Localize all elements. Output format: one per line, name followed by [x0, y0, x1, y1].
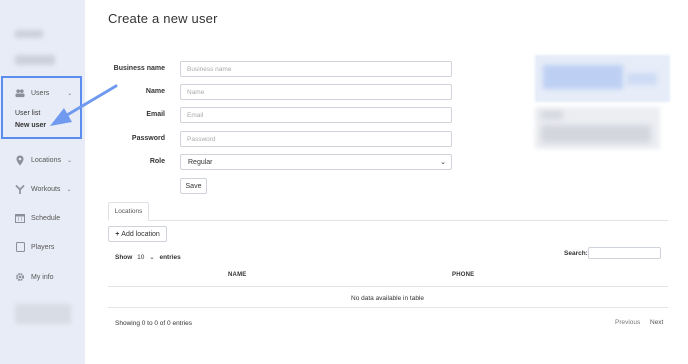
- users-icon: [15, 88, 25, 98]
- table-search-input[interactable]: [588, 247, 661, 259]
- blurred-logo: [15, 30, 43, 38]
- save-button[interactable]: Save: [180, 178, 207, 194]
- map-pin-icon: [15, 155, 25, 165]
- sidebar-item-players[interactable]: Players: [15, 239, 54, 255]
- role-label: Role: [149, 158, 165, 165]
- chevron-down-icon: ⌄: [149, 254, 155, 261]
- name-label: Name: [145, 88, 165, 95]
- sidebar-item-users[interactable]: Users ⌄: [15, 85, 72, 101]
- sidebar-item-label: Users: [31, 89, 50, 97]
- blurred-footer: [15, 304, 71, 324]
- search-label: Search:: [564, 250, 588, 257]
- sidebar-item-workouts[interactable]: Workouts ⌄: [15, 181, 71, 197]
- role-select-value: Regular: [188, 158, 213, 166]
- table-bottom-divider: [108, 307, 668, 308]
- workout-icon: [15, 184, 25, 194]
- sidebar-item-label: My info: [31, 273, 54, 281]
- password-input[interactable]: [180, 131, 452, 147]
- entries-count: 10: [137, 254, 145, 261]
- sidebar-subitem-user-list[interactable]: User list: [15, 110, 40, 117]
- sidebar-item-label: Players: [31, 243, 55, 251]
- sidebar-item-label: Schedule: [31, 214, 61, 222]
- chevron-down-icon: ⌄: [66, 157, 72, 164]
- chevron-down-icon: ⌄: [67, 90, 73, 97]
- blurred-panel: [535, 55, 670, 102]
- calendar-icon: [15, 213, 25, 223]
- role-select[interactable]: Regular ⌄: [180, 154, 452, 170]
- empty-table-message: No data available in table: [351, 295, 424, 302]
- pagination-next[interactable]: Next: [650, 319, 663, 326]
- gear-icon: [15, 272, 25, 282]
- plus-icon: +: [115, 230, 120, 238]
- chevron-down-icon: ⌄: [440, 159, 446, 166]
- sidebar-item-label: Locations: [31, 156, 61, 164]
- sidebar-item-my-info[interactable]: My info: [15, 269, 54, 285]
- name-input[interactable]: [180, 84, 452, 100]
- tab-locations[interactable]: Locations: [108, 202, 149, 221]
- show-label: Show: [115, 254, 133, 261]
- table-header-divider: [108, 286, 668, 287]
- sidebar-item-label: Workouts: [31, 185, 61, 193]
- business-name-input[interactable]: [180, 61, 452, 77]
- table-info: Showing 0 to 0 of 0 entries: [115, 320, 192, 327]
- blurred-panel: [535, 107, 660, 149]
- sidebar-item-schedule[interactable]: Schedule: [15, 210, 60, 226]
- show-entries-control: Show 10 ⌄ entries: [115, 253, 181, 261]
- password-label: Password: [131, 135, 165, 142]
- business-name-label: Business name: [113, 65, 165, 72]
- email-input[interactable]: [180, 107, 452, 123]
- pagination-previous[interactable]: Previous: [615, 319, 640, 326]
- sidebar-item-locations[interactable]: Locations ⌄: [15, 152, 72, 168]
- column-header-name[interactable]: NAME: [228, 272, 246, 278]
- column-header-phone[interactable]: PHONE: [452, 272, 474, 278]
- add-location-button[interactable]: + Add location: [108, 226, 167, 242]
- tablet-icon: [15, 242, 25, 252]
- tabs-divider: [108, 220, 668, 221]
- blurred-account: [15, 55, 55, 65]
- page-title: Create a new user: [108, 11, 218, 26]
- sidebar: Users ⌄ User list New user Locations ⌄ W…: [0, 0, 85, 364]
- sidebar-subitem-new-user[interactable]: New user: [15, 122, 46, 129]
- email-label: Email: [146, 111, 165, 118]
- chevron-down-icon: ⌄: [66, 186, 72, 193]
- add-location-label: Add location: [121, 230, 160, 238]
- entries-label: entries: [159, 254, 181, 261]
- entries-select[interactable]: 10 ⌄: [137, 253, 155, 261]
